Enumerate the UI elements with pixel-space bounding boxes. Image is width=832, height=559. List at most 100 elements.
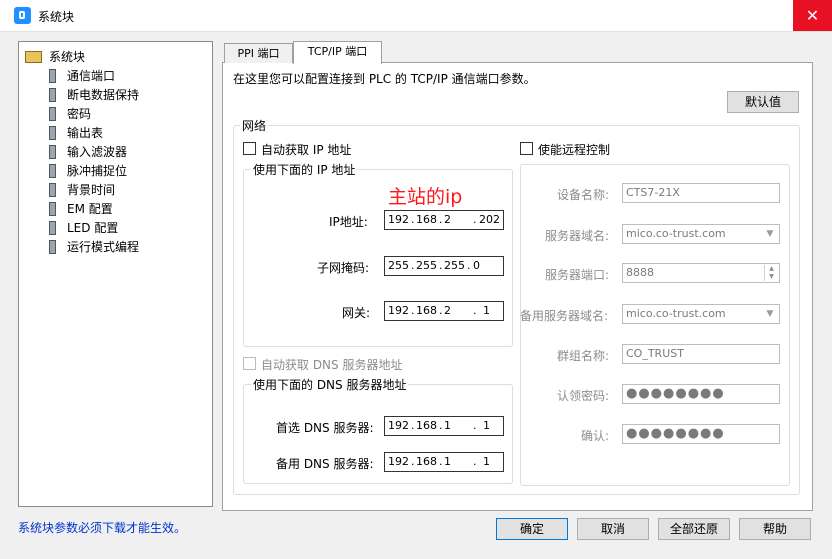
tree-item-label: 系统块: [49, 50, 86, 64]
tree-item[interactable]: 密码: [19, 105, 209, 123]
device-name-label: 设备名称:: [557, 188, 610, 202]
dns-secondary-field[interactable]: 192. 168. 1. 1: [384, 452, 504, 472]
close-button[interactable]: ✕: [793, 0, 832, 31]
tree-item[interactable]: 输出表: [19, 124, 209, 142]
module-icon: [49, 240, 56, 254]
module-icon: [49, 183, 56, 197]
tree-item[interactable]: 输入滤波器: [19, 143, 209, 161]
server-domain-label: 服务器域名:: [545, 229, 610, 243]
module-icon: [49, 107, 56, 121]
subnet-mask-field[interactable]: 255. 255. 255. 0: [384, 256, 504, 276]
chevron-down-icon: ▼: [766, 309, 774, 319]
restore-all-button[interactable]: 全部还原: [658, 518, 730, 540]
ip-octet: 202: [479, 213, 500, 226]
subnet-octet: 255: [444, 259, 465, 272]
server-port-label: 服务器端口:: [545, 268, 610, 282]
ip-group-title: 使用下面的 IP 地址: [251, 161, 358, 178]
tree-item[interactable]: 通信端口: [19, 67, 209, 85]
tree-item-label: EM 配置: [67, 202, 113, 216]
device-name-field[interactable]: CTS7-21X: [622, 183, 780, 203]
server-domain-value: mico.co-trust.com: [626, 227, 726, 240]
dns1-octet: 168: [416, 419, 437, 432]
module-icon: [49, 69, 56, 83]
default-button[interactable]: 默认值: [727, 91, 799, 113]
auto-ip-label: 自动获取 IP 地址: [261, 143, 352, 157]
tree-item-label: 密码: [67, 107, 92, 121]
folder-icon: [25, 51, 42, 63]
tree-item-label: 通信端口: [67, 69, 116, 83]
auto-dns-label: 自动获取 DNS 服务器地址: [261, 358, 403, 372]
dns-primary-label: 首选 DNS 服务器:: [276, 421, 374, 435]
dns-primary-field[interactable]: 192. 168. 1. 1: [384, 416, 504, 436]
tree-item[interactable]: 背景时间: [19, 181, 209, 199]
help-button[interactable]: 帮助: [739, 518, 811, 540]
backup-domain-value: mico.co-trust.com: [626, 307, 726, 320]
gateway-field[interactable]: 192. 168. 2. 1: [384, 301, 504, 321]
tab-tcpip-port[interactable]: TCP/IP 端口: [293, 41, 382, 64]
status-note: 系统块参数必须下载才能生效。: [18, 521, 187, 535]
subnet-octet: 0: [473, 259, 480, 272]
module-icon: [49, 164, 56, 178]
server-port-field[interactable]: 8888 ▲ ▼: [622, 263, 780, 283]
dns2-octet: 168: [416, 455, 437, 468]
spinner-icon[interactable]: ▲ ▼: [764, 265, 778, 281]
subnet-octet: 255: [388, 259, 409, 272]
ip-address-field[interactable]: 192. 168. 2. 202: [384, 210, 504, 230]
dns2-octet: 1: [444, 455, 451, 468]
window-title: 系统块: [38, 10, 75, 24]
module-icon: [49, 88, 56, 102]
ip-octet: 168: [416, 213, 437, 226]
ok-button[interactable]: 确定: [496, 518, 568, 540]
dns1-octet: 1: [444, 419, 451, 432]
tab-ppi-port[interactable]: PPI 端口: [224, 43, 293, 63]
tree-item[interactable]: 运行模式编程: [19, 238, 209, 256]
auth-password-field[interactable]: ●●●●●●●●: [622, 384, 780, 404]
group-name-field[interactable]: CO_TRUST: [622, 344, 780, 364]
auto-dns-checkbox[interactable]: [243, 357, 256, 370]
gateway-octet: 192: [388, 304, 409, 317]
confirm-password-label: 确认:: [581, 429, 610, 443]
tree-item[interactable]: 脉冲捕捉位: [19, 162, 209, 180]
dns-secondary-label: 备用 DNS 服务器:: [276, 457, 374, 471]
gateway-octet: 168: [416, 304, 437, 317]
cancel-button[interactable]: 取消: [577, 518, 649, 540]
tree-item-label: LED 配置: [67, 221, 119, 235]
module-icon: [49, 145, 56, 159]
tree-item-label: 脉冲捕捉位: [67, 164, 128, 178]
module-icon: [49, 221, 56, 235]
remote-control-checkbox[interactable]: [520, 142, 533, 155]
server-port-value: 8888: [626, 266, 654, 279]
annotation-master-ip: 主站的ip: [388, 186, 463, 208]
dns2-octet: 1: [483, 455, 490, 468]
app-icon: [14, 7, 31, 24]
backup-domain-label: 备用服务器域名:: [520, 309, 609, 323]
gateway-label: 网关:: [342, 306, 371, 320]
tree-item[interactable]: 断电数据保持: [19, 86, 209, 104]
server-domain-select[interactable]: mico.co-trust.com ▼: [622, 224, 780, 244]
tree-item-label: 断电数据保持: [67, 88, 140, 102]
gateway-octet: 1: [483, 304, 490, 317]
module-icon: [49, 202, 56, 216]
dns1-octet: 1: [483, 419, 490, 432]
network-group-title: 网络: [240, 117, 269, 134]
gateway-octet: 2: [444, 304, 451, 317]
tree-item[interactable]: EM 配置: [19, 200, 209, 218]
dns1-octet: 192: [388, 419, 409, 432]
tree-item[interactable]: LED 配置: [19, 219, 209, 237]
dns2-octet: 192: [388, 455, 409, 468]
tree-item-root[interactable]: 系统块: [19, 48, 209, 66]
tree-panel: 系统块 通信端口 断电数据保持 密码 输出表 输入滤波器 脉冲捕捉位 背景时间 …: [18, 41, 213, 507]
ip-address-label: IP地址:: [329, 215, 368, 229]
ip-octet: 2: [444, 213, 451, 226]
tree-item-label: 背景时间: [67, 183, 116, 197]
tree-item-label: 运行模式编程: [67, 240, 140, 254]
confirm-password-field[interactable]: ●●●●●●●●: [622, 424, 780, 444]
subnet-octet: 255: [416, 259, 437, 272]
ip-octet: 192: [388, 213, 409, 226]
auto-ip-checkbox[interactable]: [243, 142, 256, 155]
tree-item-label: 输出表: [67, 126, 104, 140]
title-bar: [0, 0, 832, 32]
subnet-label: 子网掩码:: [317, 261, 370, 275]
dns-group-title: 使用下面的 DNS 服务器地址: [251, 376, 409, 393]
backup-domain-select[interactable]: mico.co-trust.com ▼: [622, 304, 780, 324]
